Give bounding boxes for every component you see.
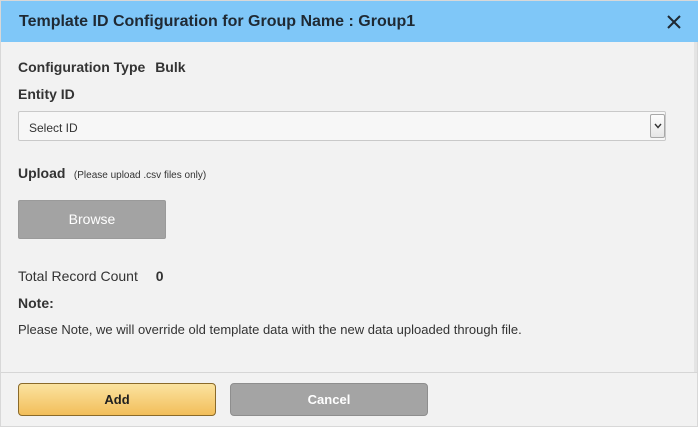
note-text: Please Note, we will override old templa… [18, 322, 522, 337]
select-dropdown-button[interactable] [650, 114, 665, 138]
chevron-down-icon [654, 123, 662, 129]
browse-button[interactable]: Browse [18, 200, 166, 239]
configuration-type-label: Configuration Type [18, 59, 146, 75]
add-button[interactable]: Add [18, 383, 216, 416]
upload-row: Upload (Please upload .csv files only) [18, 165, 206, 183]
close-icon [667, 15, 681, 29]
scrollbar[interactable] [694, 42, 697, 372]
total-record-count-label: Total Record Count [18, 268, 138, 284]
note-label: Note: [18, 295, 54, 311]
entity-id-label: Entity ID [18, 86, 75, 102]
upload-label: Upload [18, 165, 66, 181]
footer-divider [1, 372, 698, 373]
dialog-title: Template ID Configuration for Group Name… [19, 13, 416, 30]
dialog-header: Template ID Configuration for Group Name… [1, 1, 698, 42]
total-record-count-value: 0 [155, 268, 164, 284]
configuration-type-value: Bulk [155, 59, 186, 75]
configuration-type-row: Configuration Type Bulk [18, 59, 186, 75]
template-config-dialog: Template ID Configuration for Group Name… [0, 0, 698, 427]
entity-id-select-value: Select ID [29, 121, 78, 135]
total-record-count-row: Total Record Count 0 [18, 268, 164, 284]
upload-hint: (Please upload .csv files only) [73, 170, 207, 181]
cancel-button[interactable]: Cancel [230, 383, 428, 416]
close-button[interactable] [666, 14, 682, 30]
entity-id-select[interactable]: Select ID [18, 111, 666, 141]
